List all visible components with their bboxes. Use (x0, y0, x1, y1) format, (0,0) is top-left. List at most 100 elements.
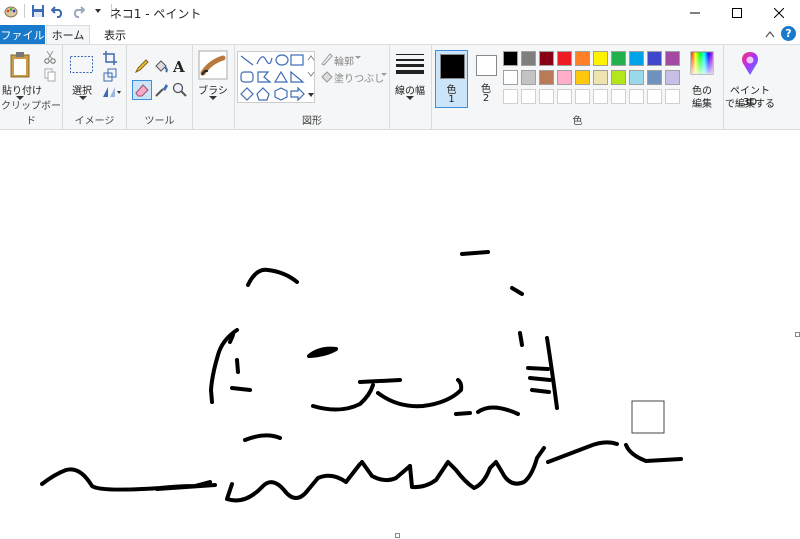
brush-dropdown-icon[interactable] (209, 96, 217, 101)
palette-swatch[interactable] (611, 70, 626, 85)
palette-swatch[interactable] (539, 51, 554, 66)
tab-file[interactable]: ファイル (0, 25, 45, 44)
paint3d-label-2[interactable]: で編集する (724, 95, 776, 110)
custom-color-slot[interactable] (665, 89, 680, 104)
pencil-icon[interactable] (134, 58, 150, 74)
paste-icon[interactable] (8, 51, 34, 79)
edit-colors-label-2[interactable]: 編集 (684, 95, 720, 110)
color1-button[interactable]: 色 1 (435, 50, 468, 108)
tab-home[interactable]: ホーム (46, 25, 90, 44)
palette-swatch[interactable] (647, 70, 662, 85)
line-width-icon[interactable] (396, 52, 424, 76)
save-icon[interactable] (31, 4, 45, 18)
palette-swatch[interactable] (521, 51, 536, 66)
cut-icon[interactable] (44, 50, 56, 64)
cat-drawing (40, 250, 683, 503)
select-dropdown-icon[interactable] (79, 96, 87, 101)
color2-button[interactable]: 色 2 (470, 50, 502, 108)
paste-button-label[interactable]: 貼り付け (2, 82, 42, 97)
eraser-icon (135, 84, 149, 97)
fill-button-label[interactable]: 塗りつぶし (334, 70, 384, 85)
tab-view[interactable]: 表示 (100, 25, 130, 44)
brush-button-label[interactable]: ブラシ (195, 82, 231, 97)
group-shapes: 輪郭 塗りつぶし 図形 (235, 45, 390, 129)
eraser-button[interactable] (132, 80, 152, 100)
outline-dropdown-icon[interactable] (355, 56, 361, 60)
crop-icon[interactable] (103, 51, 117, 65)
palette-swatch[interactable] (539, 70, 554, 85)
line-width-button-label[interactable]: 線の幅 (390, 82, 430, 97)
shapes-gallery-icons (240, 54, 305, 102)
custom-color-slot[interactable] (521, 89, 536, 104)
text-tool-icon[interactable]: A (171, 58, 187, 74)
edit-colors-icon[interactable] (690, 51, 714, 75)
title-bar: ネコ1 - ペイント (0, 0, 800, 25)
palette-swatch[interactable] (665, 70, 680, 85)
shapes-scroll-icon[interactable] (307, 55, 315, 103)
palette-swatch[interactable] (665, 51, 680, 66)
select-icon[interactable] (69, 55, 95, 75)
paint-app-icon[interactable] (4, 4, 18, 18)
undo-icon[interactable] (51, 4, 65, 18)
line-width-dropdown-icon[interactable] (406, 96, 414, 101)
resize-icon[interactable] (103, 68, 117, 82)
select-button-label[interactable]: 選択 (67, 82, 97, 97)
palette-swatch[interactable] (575, 70, 590, 85)
palette-swatch[interactable] (611, 51, 626, 66)
custom-color-slot[interactable] (611, 89, 626, 104)
custom-color-slot[interactable] (647, 89, 662, 104)
palette-swatch[interactable] (557, 70, 572, 85)
paint-3d-icon[interactable] (738, 51, 762, 77)
outline-icon[interactable] (320, 52, 334, 66)
maximize-button[interactable] (716, 0, 758, 25)
brush-icon[interactable] (198, 50, 228, 80)
help-icon[interactable]: ? (781, 26, 796, 41)
palette-swatch[interactable] (629, 70, 644, 85)
palette-swatch[interactable] (593, 70, 608, 85)
close-icon (774, 7, 784, 18)
color-picker-icon[interactable] (154, 82, 170, 98)
custom-color-slot[interactable] (575, 89, 590, 104)
ribbon: 貼り付け クリップボード 選択 イメージ A ツール ブラシ 輪郭 塗りつぶし … (0, 44, 800, 130)
svg-text:A: A (172, 58, 185, 74)
palette-swatch[interactable] (503, 70, 518, 85)
custom-color-slot[interactable] (539, 89, 554, 104)
group-label-shapes: 図形 (302, 116, 322, 127)
window-controls (674, 0, 800, 25)
palette-swatch[interactable] (593, 51, 608, 66)
color1-number: 1 (448, 94, 455, 105)
copy-icon[interactable] (44, 68, 56, 82)
custom-color-slot[interactable] (503, 89, 518, 104)
magnifier-icon[interactable] (172, 82, 188, 98)
color2-swatch (476, 55, 497, 76)
group-label-clipboard: クリップボード (1, 101, 61, 127)
custom-color-slot[interactable] (593, 89, 608, 104)
color2-number: 2 (482, 93, 490, 104)
canvas-resize-handle-bottom[interactable] (395, 533, 400, 538)
palette-swatch[interactable] (557, 51, 572, 66)
group-label-image: イメージ (74, 116, 115, 127)
outline-button-label[interactable]: 輪郭 (334, 53, 354, 68)
fill-icon[interactable] (320, 69, 334, 83)
minimize-icon (690, 12, 700, 13)
drawing-canvas[interactable] (0, 130, 800, 539)
collapse-ribbon-icon[interactable] (765, 30, 775, 38)
custom-color-slot[interactable] (629, 89, 644, 104)
fill-bucket-icon[interactable] (153, 58, 169, 74)
close-button[interactable] (758, 0, 800, 25)
fill-dropdown-icon[interactable] (381, 73, 387, 77)
canvas-resize-handle-right[interactable] (795, 332, 800, 337)
minimize-button[interactable] (674, 0, 716, 25)
ribbon-tabs: ファイル ホーム 表示 ? (0, 25, 800, 44)
rotate-icon[interactable] (101, 85, 121, 99)
palette-swatch[interactable] (629, 51, 644, 66)
custom-color-slot[interactable] (557, 89, 572, 104)
palette-swatch[interactable] (503, 51, 518, 66)
shapes-gallery[interactable] (237, 51, 315, 103)
redo-icon[interactable] (71, 4, 85, 18)
selection-box[interactable] (631, 400, 665, 434)
palette-swatch[interactable] (521, 70, 536, 85)
customize-qat-icon[interactable] (91, 4, 105, 18)
palette-swatch[interactable] (575, 51, 590, 66)
palette-swatch[interactable] (647, 51, 662, 66)
